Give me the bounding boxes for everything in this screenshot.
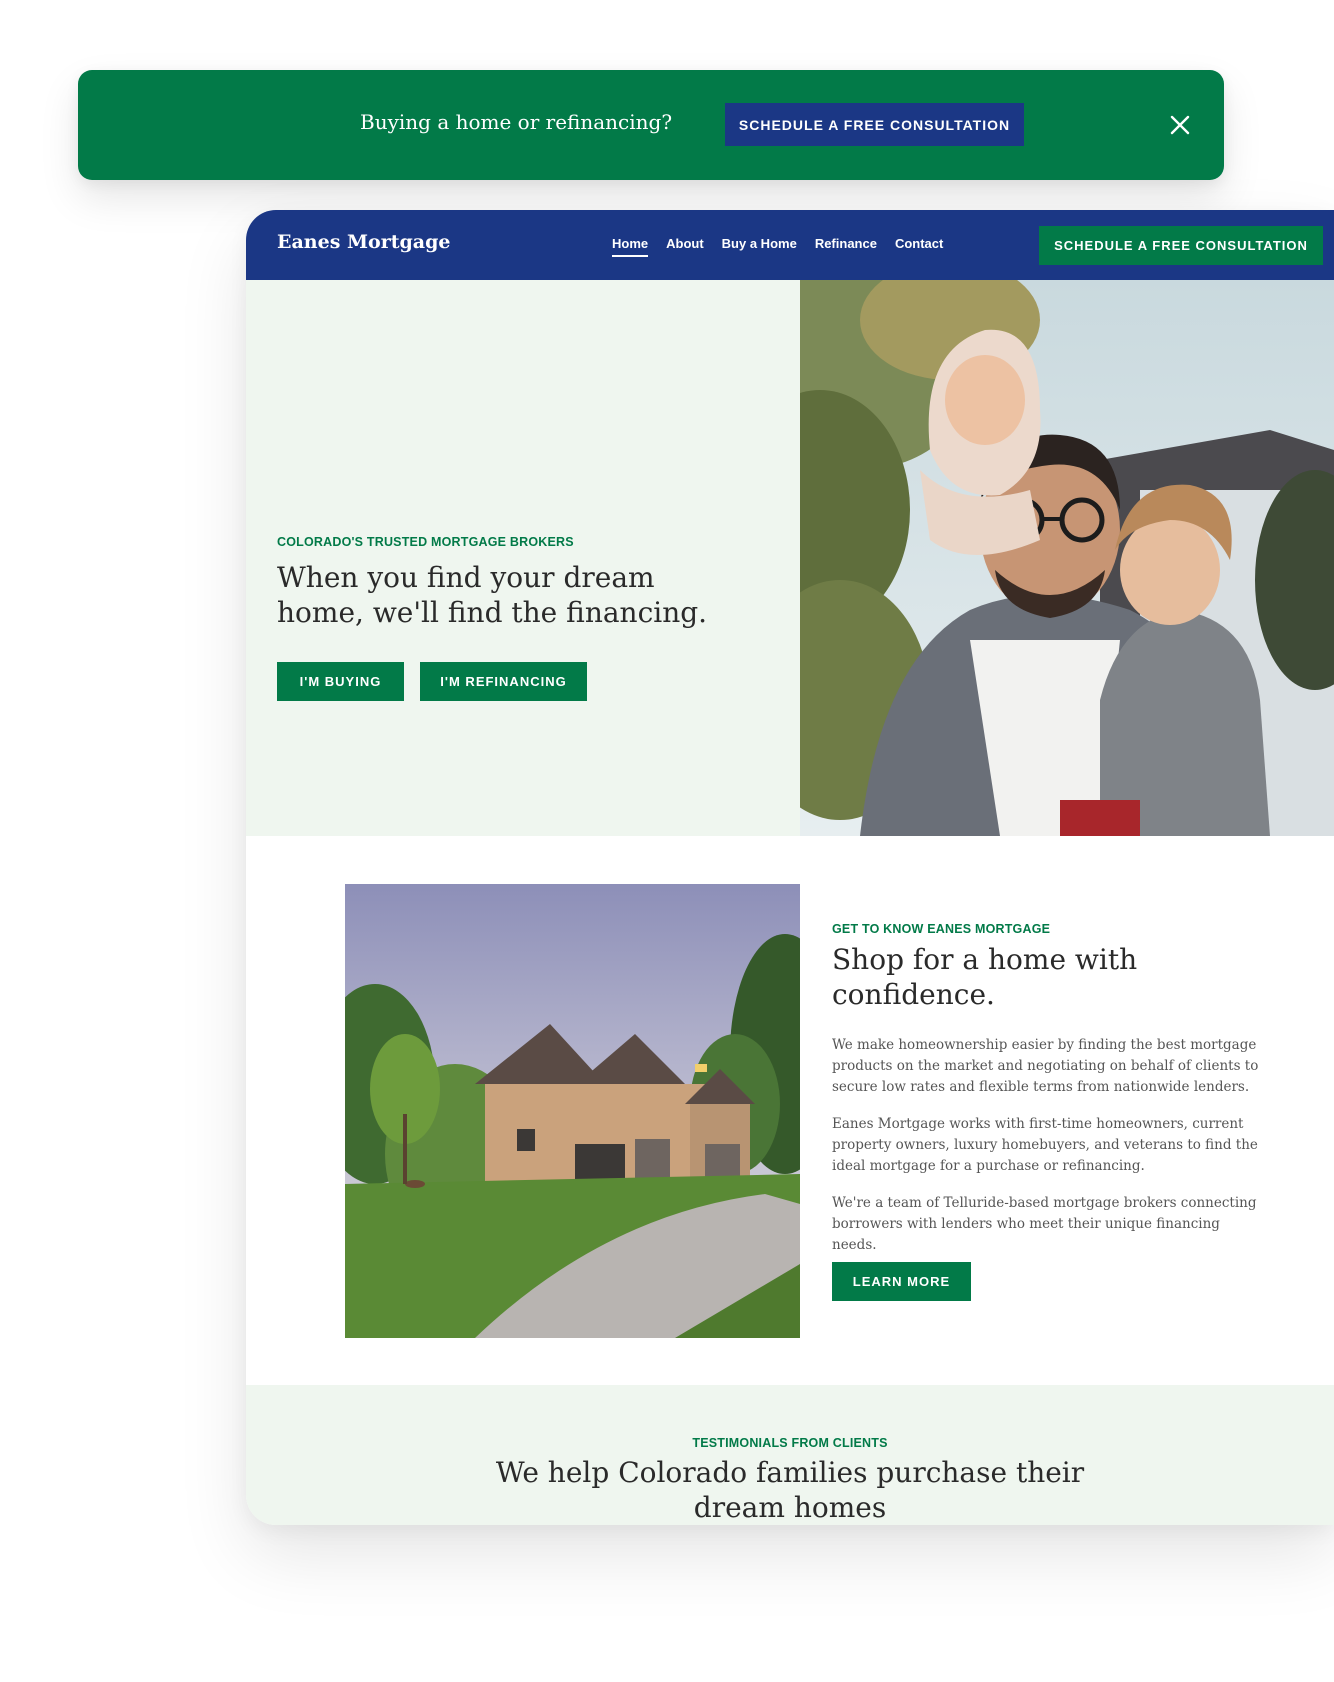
hero-eyebrow: COLORADO'S TRUSTED MORTGAGE BROKERS [277,535,574,549]
close-icon[interactable] [1164,109,1196,141]
testimonials-section: TESTIMONIALS FROM CLIENTS We help Colora… [246,1385,1334,1525]
nav-link-contact[interactable]: Contact [895,236,943,257]
about-paragraph: Eanes Mortgage works with first-time hom… [832,1116,1258,1174]
nav-schedule-button[interactable]: SCHEDULE A FREE CONSULTATION [1039,226,1323,265]
announcement-banner: Buying a home or refinancing? SCHEDULE A… [78,70,1224,180]
learn-more-button[interactable]: LEARN MORE [832,1262,971,1301]
banner-text: Buying a home or refinancing? [360,110,673,134]
nav-link-refinance[interactable]: Refinance [815,236,877,257]
testimonials-eyebrow: TESTIMONIALS FROM CLIENTS [692,1436,888,1450]
about-title: Shop for a home with confidence. [832,943,1138,1011]
nav-link-home[interactable]: Home [612,236,649,257]
site-logo[interactable]: Eanes Mortgage [277,231,450,253]
testimonials-title: We help Colorado families purchase their… [495,1456,1085,1524]
hero-title: When you find your dream home, we'll fin… [277,561,708,629]
im-buying-button[interactable]: I'M BUYING [277,662,404,701]
hero-family-photo [800,280,1334,836]
nav-link-buy-a-home[interactable]: Buy a Home [722,236,797,257]
banner-schedule-button[interactable]: SCHEDULE A FREE CONSULTATION [725,103,1024,146]
about-paragraph: We're a team of Telluride-based mortgage… [832,1195,1257,1253]
hero-section: COLORADO'S TRUSTED MORTGAGE BROKERS When… [246,280,800,836]
nav-links: Home About Buy a Home Refinance Contact [612,236,943,257]
house-photo [345,884,800,1338]
about-paragraph: We make homeownership easier by finding … [832,1037,1259,1095]
im-refinancing-button[interactable]: I'M REFINANCING [420,662,587,701]
website-preview: Eanes Mortgage Home About Buy a Home Ref… [246,210,1334,1525]
top-navigation: Eanes Mortgage Home About Buy a Home Ref… [246,210,1334,280]
about-eyebrow: GET TO KNOW EANES MORTGAGE [832,922,1051,936]
nav-link-about[interactable]: About [666,236,704,257]
